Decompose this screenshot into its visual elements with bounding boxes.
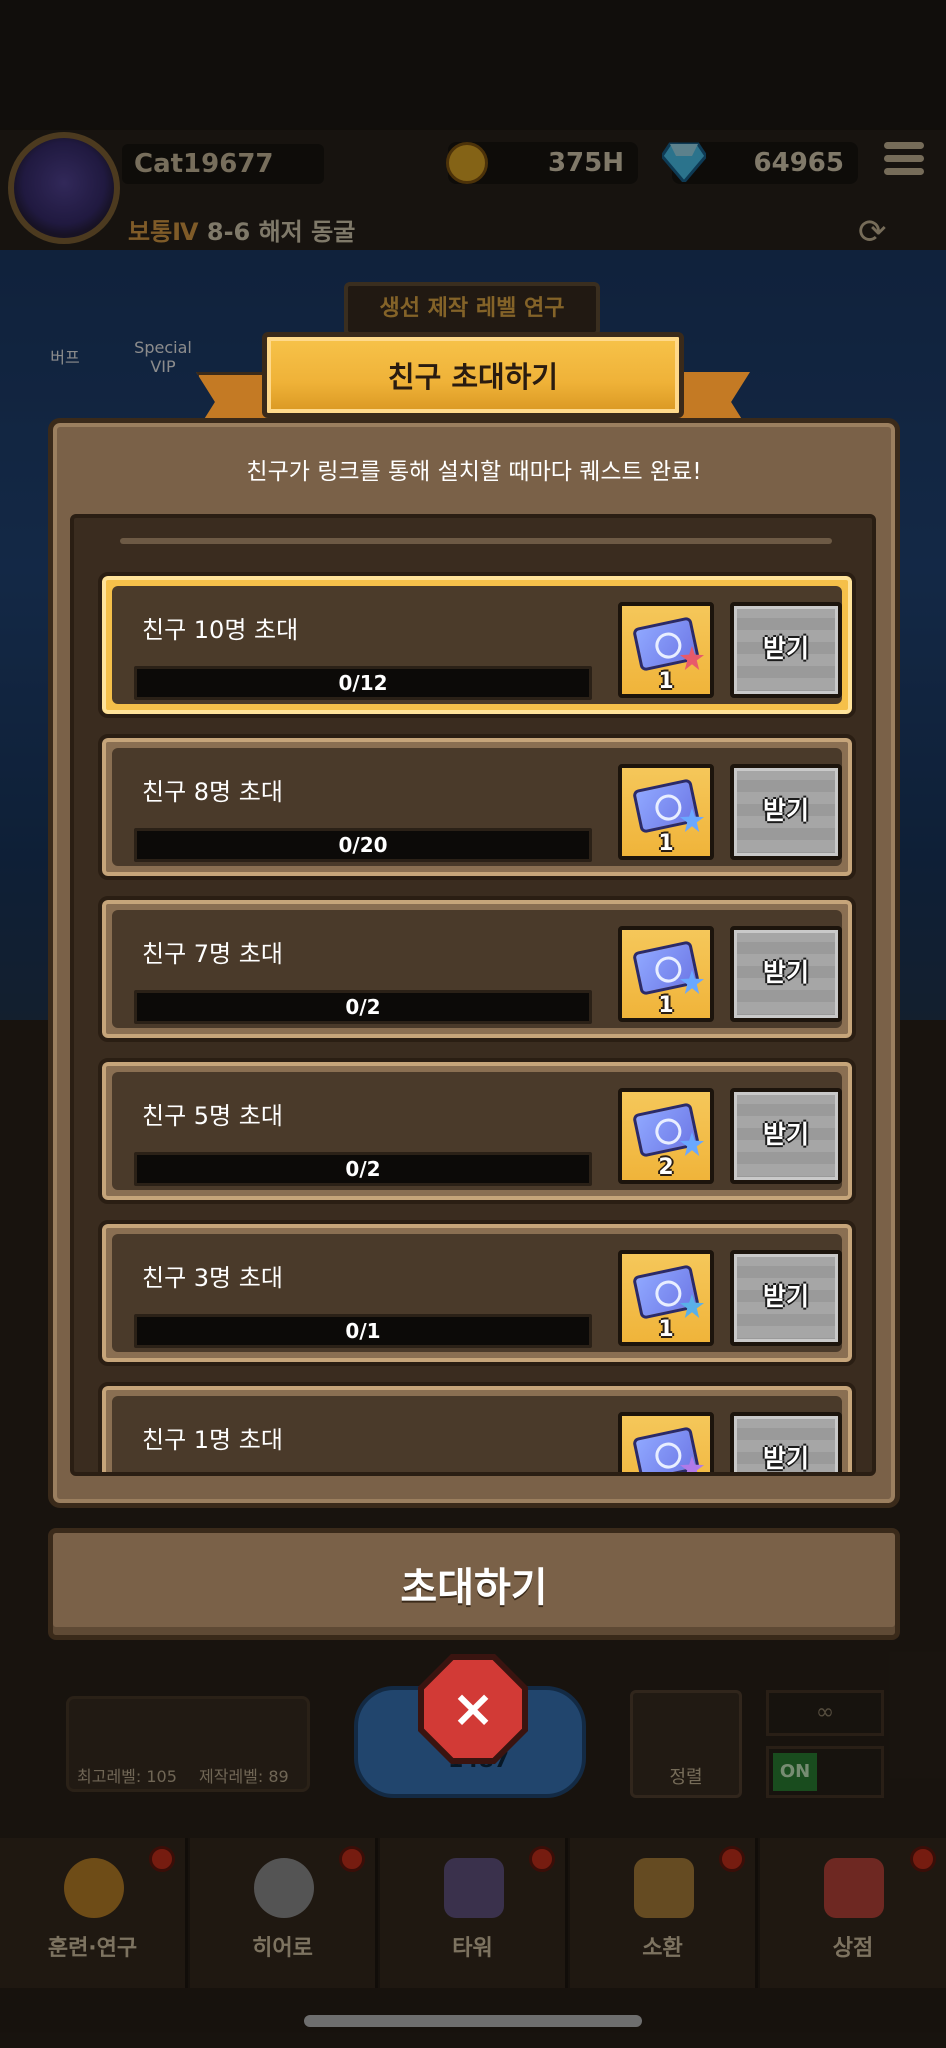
quest-panel: 친구 8명 초대 0/20 1 받기 xyxy=(112,748,842,866)
reward-count: 2 xyxy=(658,1155,674,1180)
claim-button[interactable]: 받기 xyxy=(730,926,842,1022)
reward-count: 1 xyxy=(658,993,674,1018)
quest-progress-bar: 0/20 xyxy=(134,828,592,862)
quest-row: 친구 7명 초대 0/2 1 받기 xyxy=(98,896,856,1042)
reward-count: 1 xyxy=(658,831,674,856)
app-root: Cat19677 375H 64965 보통Ⅳ 8-6 해저 동굴 ⟳ 생선 제… xyxy=(0,0,946,2048)
quest-list[interactable]: 친구 10명 초대 0/12 1 받기 친구 8명 초대 0/20 1 받기 친… xyxy=(70,514,876,1476)
invite-button[interactable]: 초대하기 xyxy=(48,1528,900,1640)
reward-count: 1 xyxy=(658,1317,674,1342)
claim-button[interactable]: 받기 xyxy=(730,602,842,698)
reward-slot[interactable]: 1 xyxy=(618,926,714,1022)
quest-title: 친구 3명 초대 xyxy=(142,1264,283,1292)
quest-title: 친구 5명 초대 xyxy=(142,1102,283,1130)
reward-slot[interactable]: 1 xyxy=(618,1250,714,1346)
quest-scroll-area[interactable]: 친구 10명 초대 0/12 1 받기 친구 8명 초대 0/20 1 받기 친… xyxy=(74,518,872,1472)
quest-title: 친구 1명 초대 xyxy=(142,1426,283,1454)
quest-row: 친구 8명 초대 0/20 1 받기 xyxy=(98,734,856,880)
reward-slot[interactable]: 1 xyxy=(618,602,714,698)
invite-button-label: 초대하기 xyxy=(400,1565,548,1611)
quest-title: 친구 10명 초대 xyxy=(142,616,299,644)
reward-slot[interactable]: 2 xyxy=(618,1088,714,1184)
claim-button[interactable]: 받기 xyxy=(730,1412,842,1472)
quest-progress-bar: 0/2 xyxy=(134,1152,592,1186)
quest-panel: 친구 7명 초대 0/2 1 받기 xyxy=(112,910,842,1028)
quest-row: 친구 5명 초대 0/2 2 받기 xyxy=(98,1058,856,1204)
quest-progress-bar: 0/12 xyxy=(134,666,592,700)
claim-button[interactable]: 받기 xyxy=(730,764,842,860)
reward-slot[interactable] xyxy=(618,1412,714,1472)
quest-title: 친구 7명 초대 xyxy=(142,940,283,968)
modal-title: 친구 초대하기 xyxy=(262,332,684,418)
quest-row: 친구 1명 초대 받기 xyxy=(98,1382,856,1472)
quest-panel: 친구 1명 초대 받기 xyxy=(112,1396,842,1472)
quest-progress-bar: 0/2 xyxy=(134,990,592,1024)
claim-button[interactable]: 받기 xyxy=(730,1088,842,1184)
quest-panel: 친구 3명 초대 0/1 1 받기 xyxy=(112,1234,842,1352)
quest-panel: 친구 10명 초대 0/12 1 받기 xyxy=(112,586,842,704)
modal-subtitle: 친구가 링크를 통해 설치할 때마다 퀘스트 완료! xyxy=(246,459,702,485)
reward-count: 1 xyxy=(658,669,674,694)
quest-row: 친구 3명 초대 0/1 1 받기 xyxy=(98,1220,856,1366)
quest-progress-bar: 0/1 xyxy=(134,1314,592,1348)
quest-row: 친구 10명 초대 0/12 1 받기 xyxy=(98,572,856,718)
modal-title-text: 친구 초대하기 xyxy=(387,360,559,394)
claim-button[interactable]: 받기 xyxy=(730,1250,842,1346)
reward-slot[interactable]: 1 xyxy=(618,764,714,860)
quest-title: 친구 8명 초대 xyxy=(142,778,283,806)
quest-panel: 친구 5명 초대 0/2 2 받기 xyxy=(112,1072,842,1190)
